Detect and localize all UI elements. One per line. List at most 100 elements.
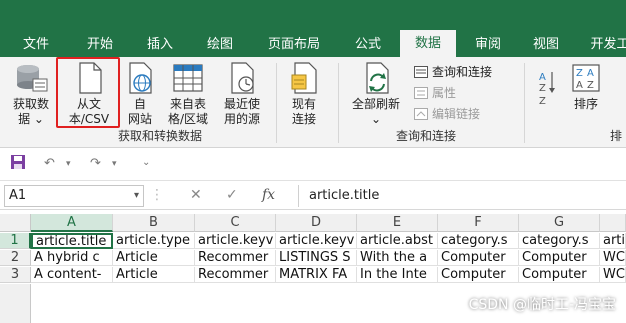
get-data-button[interactable]: 获取数 据 ⌄ xyxy=(6,61,56,127)
cell-b3[interactable]: Article xyxy=(113,267,195,283)
row-header-1[interactable]: 1 xyxy=(0,233,31,249)
tab-view[interactable]: 视图 xyxy=(520,32,572,57)
ribbon-tab-bar: 文件 开始 插入 绘图 页面布局 公式 数据 审阅 视图 开发工 xyxy=(0,0,626,57)
refresh-all-label-2: ⌄ xyxy=(370,112,382,126)
from-web-button[interactable]: 自 网站 xyxy=(120,61,160,127)
tab-file[interactable]: 文件 xyxy=(10,32,62,57)
enter-icon[interactable]: ✓ xyxy=(226,187,238,203)
redo-dropdown-icon[interactable]: ▾ xyxy=(112,159,117,169)
from-table-label-1: 来自表 xyxy=(169,97,206,111)
tab-insert[interactable]: 插入 xyxy=(134,32,186,57)
queries-connections-button[interactable]: 查询和连接 xyxy=(414,63,492,81)
column-header-d[interactable]: D xyxy=(276,214,357,232)
svg-text:A: A xyxy=(576,80,583,91)
from-web-label-2: 网站 xyxy=(127,112,152,126)
ribbon-separator xyxy=(338,63,339,143)
recent-sources-label-2: 用的源 xyxy=(223,112,260,126)
get-data-label-2: 据 ⌄ xyxy=(18,112,44,126)
column-header-c[interactable]: C xyxy=(195,214,276,232)
select-all-corner[interactable] xyxy=(0,214,31,232)
svg-text:A: A xyxy=(539,72,546,83)
properties-label: 属性 xyxy=(432,86,457,100)
group-label-get-transform: 获取和转换数据 xyxy=(118,129,203,143)
column-header-h[interactable] xyxy=(600,214,626,232)
cell-g2[interactable]: Computer xyxy=(519,250,600,266)
name-box[interactable]: A1 ▾ xyxy=(4,185,144,207)
cell-f2[interactable]: Computer xyxy=(438,250,519,266)
tab-draw[interactable]: 绘图 xyxy=(194,32,246,57)
name-box-dropdown-icon[interactable]: ▾ xyxy=(134,186,139,206)
cell-c3[interactable]: Recommer xyxy=(195,267,276,283)
cell-f1[interactable]: category.s xyxy=(438,233,519,249)
web-page-icon xyxy=(129,62,152,94)
cell-g1[interactable]: category.s xyxy=(519,233,600,249)
formula-input[interactable]: article.title xyxy=(298,185,622,207)
insert-function-icon[interactable]: fx xyxy=(262,187,275,203)
existing-connections-icon xyxy=(291,62,317,94)
cell-b2[interactable]: Article xyxy=(113,250,195,266)
sort-button[interactable]: Z A A Z 排序 xyxy=(566,61,606,112)
sort-ascending-button[interactable]: A Z Z xyxy=(536,69,558,113)
edit-links-icon xyxy=(414,108,428,120)
cell-d2[interactable]: LISTINGS S xyxy=(276,250,357,266)
ribbon-separator xyxy=(524,63,525,143)
cancel-icon[interactable]: ✕ xyxy=(190,187,202,203)
sort-az-icon: A Z Z xyxy=(539,72,555,107)
formula-bar-handle-icon: ⋮ xyxy=(150,187,164,203)
cell-a2[interactable]: A hybrid c xyxy=(31,250,113,266)
cell-c1[interactable]: article.keyv xyxy=(195,233,276,249)
column-header-a[interactable]: A xyxy=(31,214,113,232)
from-table-range-button[interactable]: 来自表 格/区域 xyxy=(162,61,214,127)
cell-e3[interactable]: In the Inte xyxy=(357,267,438,283)
tab-home[interactable]: 开始 xyxy=(74,32,126,57)
cell-d1[interactable]: article.keyv xyxy=(276,233,357,249)
svg-text:Z: Z xyxy=(587,80,594,91)
cell-e1[interactable]: article.abst xyxy=(357,233,438,249)
cell-h2[interactable]: WC xyxy=(600,250,626,266)
column-header-b[interactable]: B xyxy=(113,214,195,232)
undo-icon[interactable]: ↶ xyxy=(44,156,55,171)
tab-page-layout[interactable]: 页面布局 xyxy=(256,32,332,57)
row-header-2[interactable]: 2 xyxy=(0,250,31,266)
refresh-icon xyxy=(366,62,389,94)
recent-sources-button[interactable]: 最近使 用的源 xyxy=(216,61,268,127)
cell-f3[interactable]: Computer xyxy=(438,267,519,283)
refresh-all-button[interactable]: 全部刷新 ⌄ xyxy=(344,61,408,127)
tab-developer[interactable]: 开发工 xyxy=(582,32,626,57)
column-header-f[interactable]: F xyxy=(438,214,519,232)
column-header-e[interactable]: E xyxy=(357,214,438,232)
svg-text:Z: Z xyxy=(539,96,546,107)
group-label-queries: 查询和连接 xyxy=(396,129,457,143)
formula-bar: A1 ▾ ⋮ ✕ ✓ fx article.title xyxy=(0,180,626,210)
database-icon xyxy=(17,65,48,92)
save-icon[interactable] xyxy=(10,154,26,170)
edit-links-button[interactable]: 编辑链接 xyxy=(414,105,480,123)
existing-connections-button[interactable]: 现有 连接 xyxy=(282,61,326,127)
cell-d3[interactable]: MATRIX FA xyxy=(276,267,357,283)
column-header-g[interactable]: G xyxy=(519,214,600,232)
row-header-3[interactable]: 3 xyxy=(0,267,31,283)
queries-connections-label: 查询和连接 xyxy=(432,65,493,79)
watermark: CSDN @临时工-冯宝宝 xyxy=(468,297,616,313)
recent-file-clock-icon xyxy=(231,62,254,94)
cell-h1[interactable]: arti xyxy=(600,233,626,249)
cell-c2[interactable]: Recommer xyxy=(195,250,276,266)
tab-formulas[interactable]: 公式 xyxy=(342,32,394,57)
row-header-4[interactable] xyxy=(0,284,31,323)
existing-connections-label-2: 连接 xyxy=(291,112,316,126)
table-icon xyxy=(173,64,203,92)
cell-e2[interactable]: With the a xyxy=(357,250,438,266)
customize-qat-icon[interactable]: ⌄ xyxy=(142,157,150,168)
cell-b1[interactable]: article.type xyxy=(113,233,195,249)
tab-data[interactable]: 数据 xyxy=(400,30,456,57)
cell-h3[interactable]: WC xyxy=(600,267,626,283)
tab-review[interactable]: 审阅 xyxy=(462,32,514,57)
undo-dropdown-icon[interactable]: ▾ xyxy=(66,159,71,169)
svg-text:A: A xyxy=(587,68,594,79)
properties-button[interactable]: 属性 xyxy=(414,84,456,102)
cell-a3[interactable]: A content- xyxy=(31,267,113,283)
cell-g3[interactable]: Computer xyxy=(519,267,600,283)
sort-dialog-icon: Z A A Z xyxy=(572,64,600,92)
redo-icon[interactable]: ↷ xyxy=(90,156,101,171)
cell-a1[interactable]: article.title xyxy=(31,233,113,249)
